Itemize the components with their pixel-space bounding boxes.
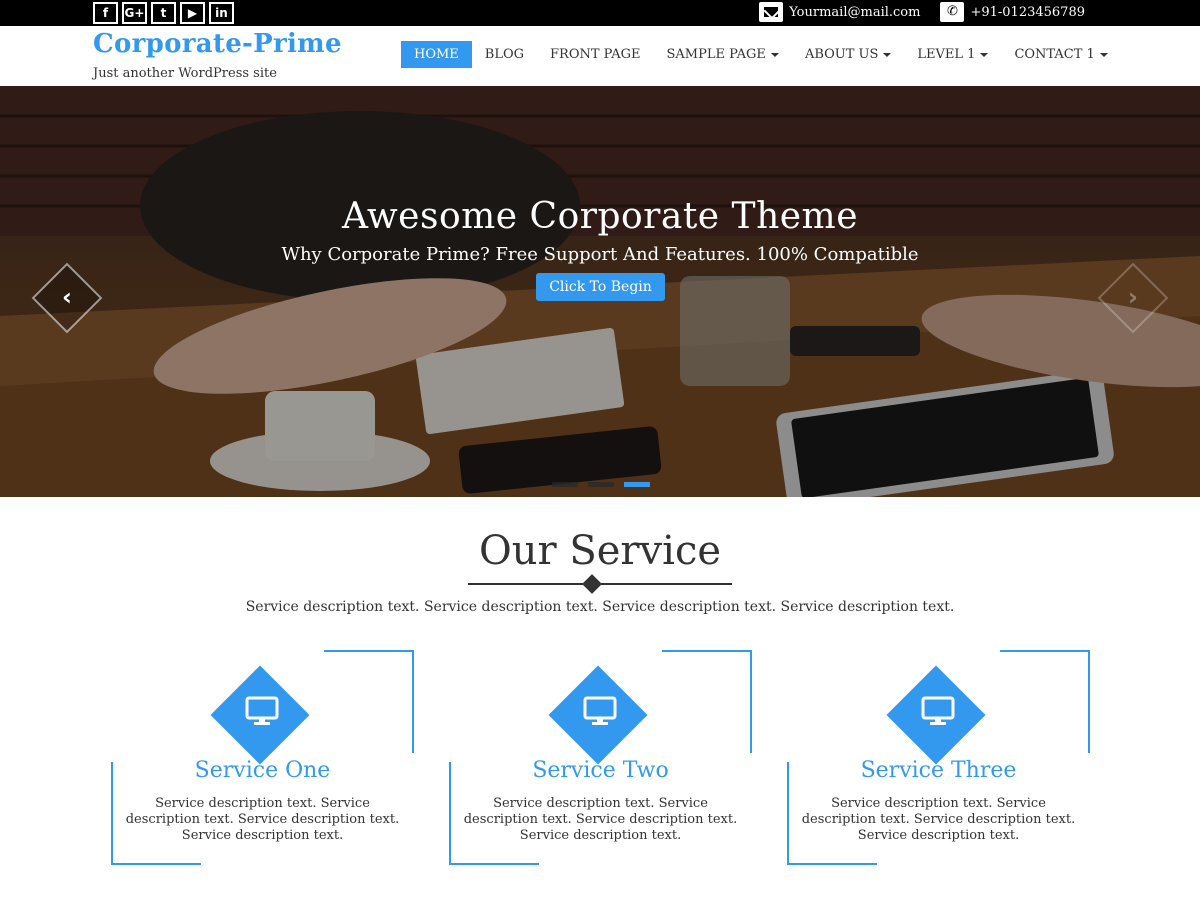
site-header: Corporate-Prime Just another WordPress s…: [0, 26, 1200, 86]
services-title: Our Service: [478, 528, 722, 574]
service-card-two: Service Two Service description text. Se…: [449, 650, 752, 865]
nav-item-blog[interactable]: BLOG: [472, 41, 537, 68]
contact-info: Yourmail@mail.com ✆ +91-0123456789: [759, 2, 1085, 22]
email-item[interactable]: Yourmail@mail.com: [759, 2, 920, 22]
hero-title: Awesome Corporate Theme: [341, 196, 858, 237]
monitor-icon: [583, 696, 617, 725]
site-title[interactable]: Corporate-Prime: [93, 29, 342, 59]
nav-item-label: ABOUT US: [804, 47, 879, 62]
nav-item-label: SAMPLE PAGE: [666, 47, 766, 62]
nav-item-label: FRONT PAGE: [550, 47, 641, 62]
chevron-right-icon: ›: [1128, 283, 1138, 311]
services-description: Service description text. Service descri…: [245, 599, 955, 615]
service-card-one: Service One Service description text. Se…: [111, 650, 414, 865]
twitter-icon[interactable]: t: [151, 2, 176, 24]
card-bracket-top-right: [324, 650, 414, 753]
chevron-left-icon: ‹: [62, 283, 72, 311]
phone-text[interactable]: +91-0123456789: [970, 5, 1085, 20]
nav-item-contact-1[interactable]: CONTACT 1: [1001, 41, 1120, 68]
nav-item-about-us[interactable]: ABOUT US: [792, 41, 904, 68]
service-text: Service description text. Service descri…: [125, 796, 400, 843]
nav-item-label: LEVEL 1: [917, 47, 976, 62]
youtube-icon[interactable]: ▶: [180, 2, 205, 24]
service-text: Service description text. Service descri…: [801, 796, 1076, 843]
nav-item-sample-page[interactable]: SAMPLE PAGE: [654, 41, 792, 68]
facebook-icon[interactable]: f: [93, 2, 118, 24]
top-bar: f G+ t ▶ in Yourmail@mail.com ✆ +91-0123…: [0, 0, 1200, 26]
caret-down-icon: [1099, 52, 1108, 57]
nav-item-label: BLOG: [484, 47, 525, 62]
caret-down-icon: [770, 52, 779, 57]
service-title[interactable]: Service One: [111, 758, 414, 783]
service-title[interactable]: Service Three: [787, 758, 1090, 783]
slider-indicators: [552, 482, 650, 487]
main-nav: HOME BLOG FRONT PAGE SAMPLE PAGE ABOUT U…: [401, 41, 1121, 68]
monitor-icon: [921, 696, 955, 725]
slider-dot-1[interactable]: [552, 482, 578, 487]
phone-item[interactable]: ✆ +91-0123456789: [940, 2, 1085, 22]
card-bracket-top-right: [662, 650, 752, 753]
phone-icon: ✆: [940, 2, 965, 22]
click-to-begin-button[interactable]: Click To Begin: [536, 273, 665, 301]
hero-subtitle: Why Corporate Prime? Free Support And Fe…: [281, 244, 919, 265]
slider-dot-2[interactable]: [588, 482, 614, 487]
nav-item-label: HOME: [414, 47, 459, 62]
caret-down-icon: [980, 52, 989, 57]
divider-diamond-icon: [582, 574, 602, 594]
caret-down-icon: [883, 52, 892, 57]
nav-item-front-page[interactable]: FRONT PAGE: [537, 41, 653, 68]
nav-item-home[interactable]: HOME: [401, 41, 472, 68]
hero-slider: Awesome Corporate Theme Why Corporate Pr…: [0, 86, 1200, 497]
mail-icon: [759, 2, 784, 22]
service-card-three: Service Three Service description text. …: [787, 650, 1090, 865]
service-title[interactable]: Service Two: [449, 758, 752, 783]
email-text[interactable]: Yourmail@mail.com: [789, 5, 920, 20]
monitor-icon: [245, 696, 279, 725]
card-bracket-top-right: [1000, 650, 1090, 753]
nav-item-level-1[interactable]: LEVEL 1: [904, 41, 1001, 68]
linkedin-icon[interactable]: in: [209, 2, 234, 24]
service-text: Service description text. Service descri…: [463, 796, 738, 843]
google-plus-icon[interactable]: G+: [122, 2, 147, 24]
site-tagline: Just another WordPress site: [93, 66, 277, 81]
social-links: f G+ t ▶ in: [93, 2, 234, 24]
nav-item-label: CONTACT 1: [1014, 47, 1095, 62]
slider-dot-3[interactable]: [624, 482, 650, 487]
